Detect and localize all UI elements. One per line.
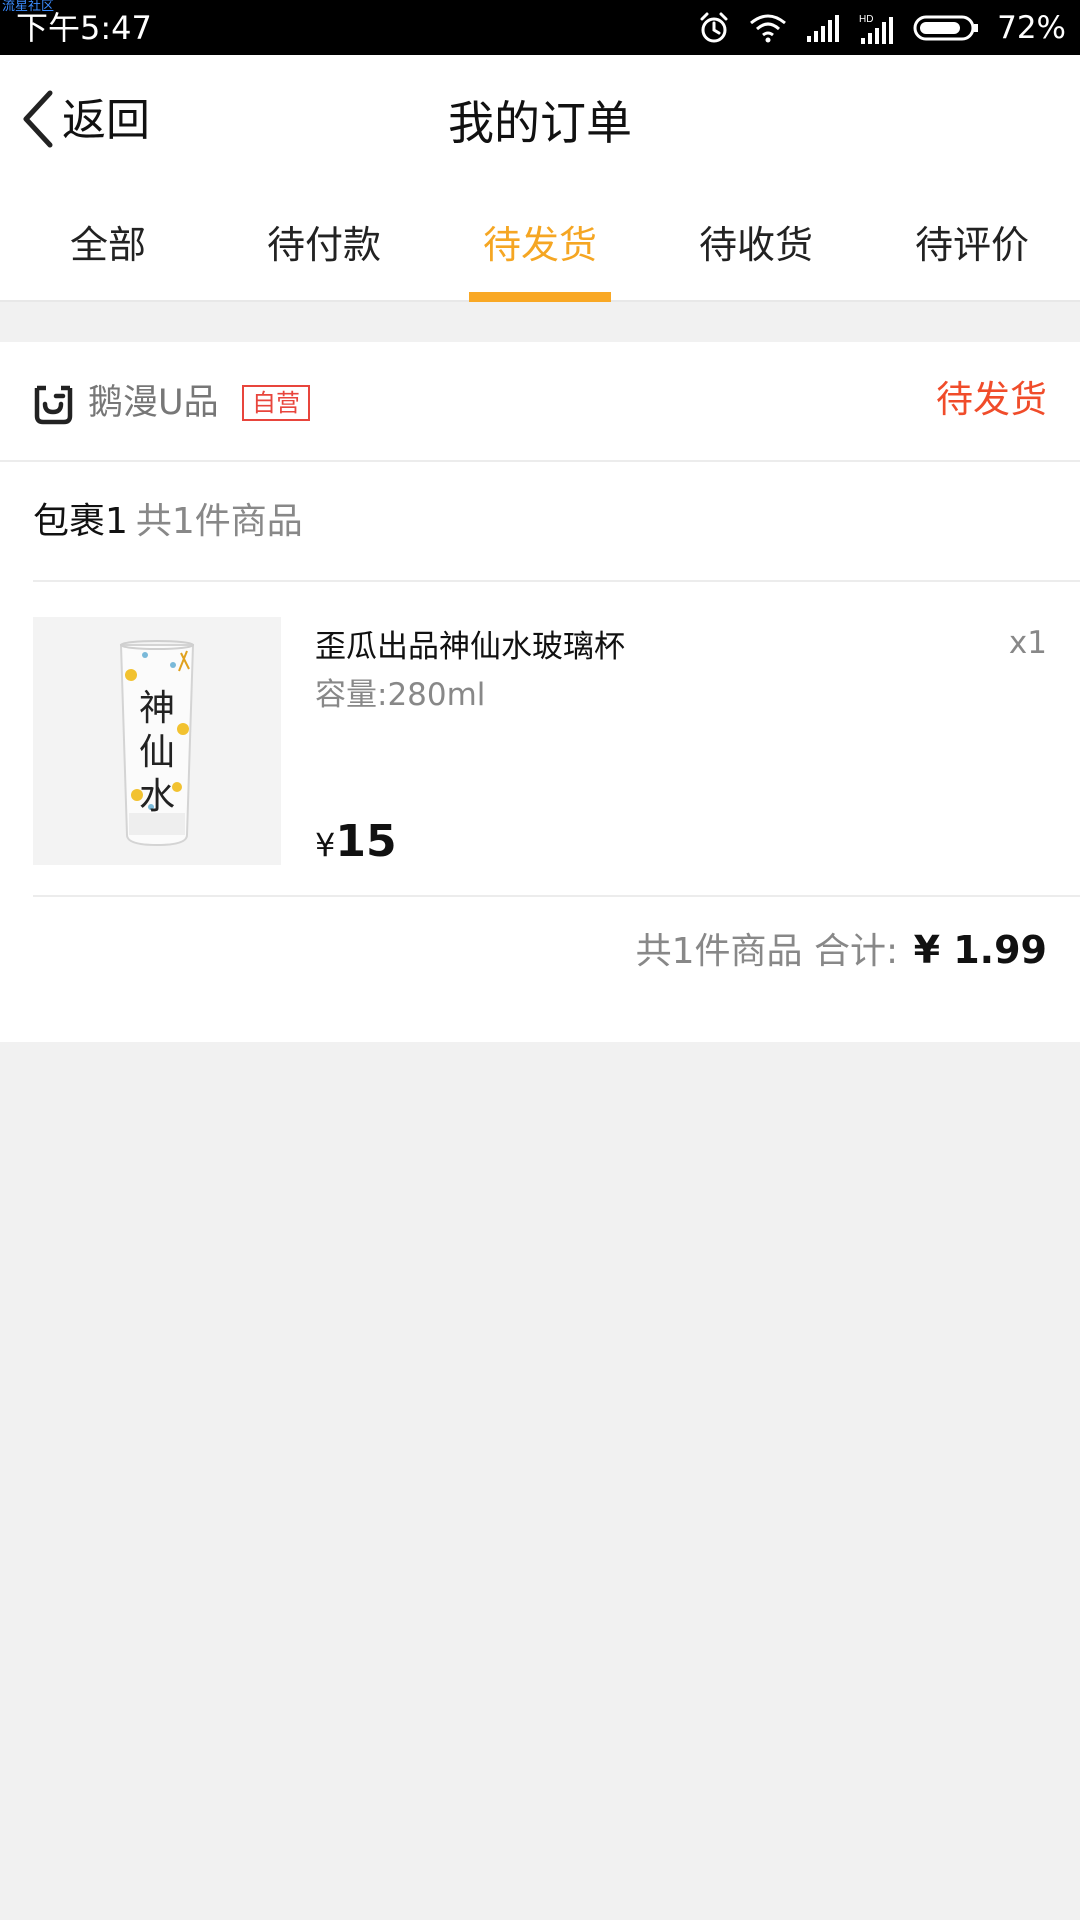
status-icons: HD 72% bbox=[697, 7, 1066, 49]
price-value: 15 bbox=[335, 816, 397, 867]
wifi-icon bbox=[749, 13, 787, 43]
divider bbox=[33, 895, 1080, 897]
summary-total-value: ¥ 1.99 bbox=[913, 928, 1047, 972]
page-title: 我的订单 bbox=[448, 96, 632, 150]
status-bar: 流星社区 下午5:47 HD 72% bbox=[0, 0, 1080, 55]
tab-pending-payment[interactable]: 待付款 bbox=[216, 195, 432, 300]
price-symbol: ¥ bbox=[315, 826, 336, 864]
alarm-icon bbox=[697, 11, 731, 45]
battery-percent: 72% bbox=[997, 10, 1066, 46]
order-summary: 共1件商品 合计: ¥ 1.99 bbox=[636, 922, 1047, 980]
tab-all[interactable]: 全部 bbox=[0, 195, 216, 300]
product-image-text: 神仙水 bbox=[138, 688, 175, 817]
product-image: 神仙水 bbox=[33, 617, 281, 865]
signal-icon bbox=[805, 14, 841, 42]
product-quantity: x1 bbox=[1008, 625, 1047, 661]
battery-icon bbox=[913, 14, 979, 42]
tab-pending-receipt[interactable]: 待收货 bbox=[648, 195, 864, 300]
tab-pending-review[interactable]: 待评价 bbox=[864, 195, 1080, 300]
status-time: 下午5:47 bbox=[16, 9, 152, 47]
order-tabs: 全部 待付款 待发货 待收货 待评价 bbox=[0, 195, 1080, 302]
summary-count: 共1件商品 bbox=[635, 931, 803, 972]
tab-pending-shipment[interactable]: 待发货 bbox=[432, 195, 648, 302]
summary-total-label: 合计: bbox=[813, 931, 899, 972]
nav-bar: 返回 我的订单 bbox=[0, 55, 1080, 195]
product-price: ¥15 bbox=[315, 814, 397, 879]
svg-text:HD: HD bbox=[859, 14, 873, 25]
product-name[interactable]: 歪瓜出品神仙水玻璃杯 bbox=[315, 622, 625, 672]
hd-signal-icon: HD bbox=[859, 12, 895, 44]
product-spec: 容量:280ml bbox=[315, 677, 486, 713]
